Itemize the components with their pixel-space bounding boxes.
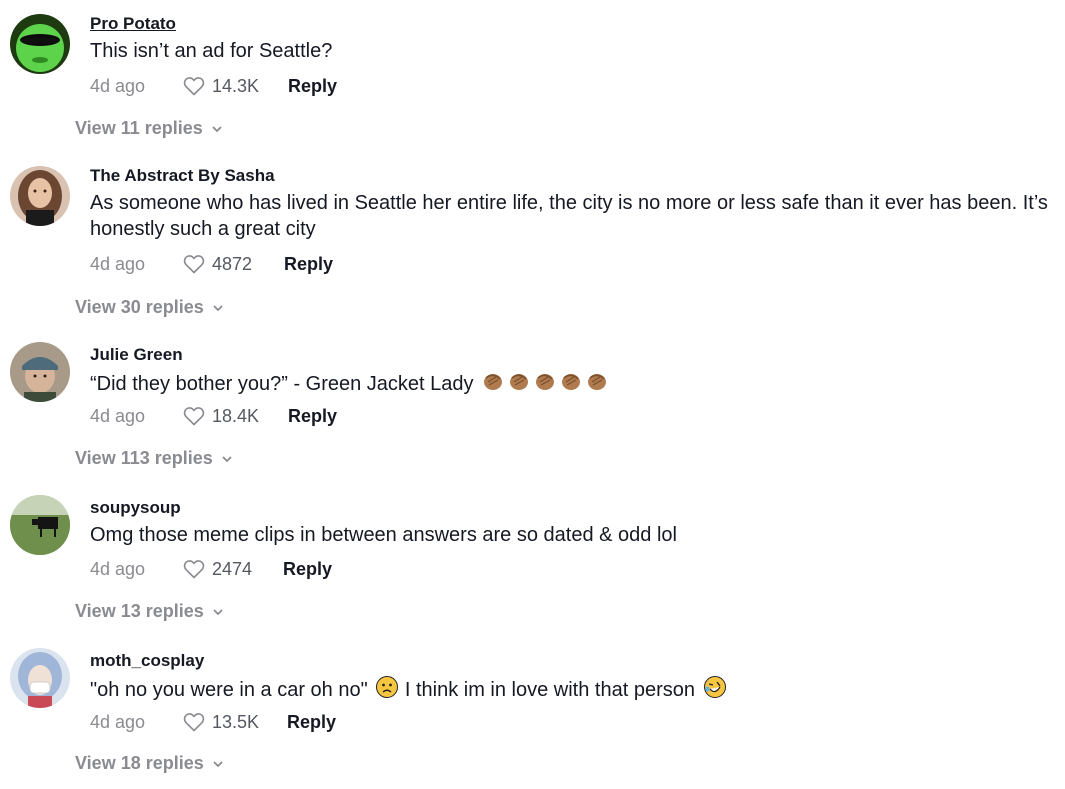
comment-time: 4d ago: [90, 253, 146, 274]
reply-button[interactable]: Reply: [283, 559, 332, 580]
comment-time: 4d ago: [90, 405, 146, 426]
heart-icon: [183, 713, 205, 732]
like-button[interactable]: 13.5K: [182, 710, 259, 734]
view-replies-label: View 13 replies: [75, 601, 204, 621]
cow-field-avatar-image: [10, 495, 70, 555]
comment-text: Omg those meme clips in between answers …: [90, 524, 677, 546]
comment-text-body: “Did they bother you?” - Green Jacket La…: [90, 373, 474, 395]
heart-icon: [183, 407, 205, 426]
view-replies-label: View 113 replies: [75, 448, 213, 468]
view-replies-label: View 30 replies: [75, 297, 204, 317]
like-count: 18.4K: [212, 405, 260, 426]
like-button[interactable]: 2474: [182, 557, 252, 581]
comment-text-part: "oh no you were in a car oh no": [90, 679, 368, 701]
like-count: 2474: [212, 558, 253, 579]
comment-meta: 4d ago 4872 Reply: [90, 252, 333, 276]
heart-icon: [183, 560, 205, 579]
like-count: 13.5K: [212, 711, 260, 732]
comment-meta: 4d ago 14.3K Reply: [90, 74, 337, 98]
comment-text-part: I think im in love with that person: [404, 679, 695, 701]
view-replies-label: View 11 replies: [75, 118, 203, 138]
woman-portrait-avatar-image: [10, 166, 70, 226]
clapping-hands-emoji: [585, 369, 609, 393]
chevron-down-icon: [222, 455, 232, 462]
username[interactable]: Pro Potato: [90, 14, 176, 34]
worried-face-emoji: [375, 675, 399, 699]
comment-text: This isn’t an ad for Seattle?: [90, 40, 333, 62]
reply-button[interactable]: Reply: [287, 712, 336, 733]
avatar[interactable]: [10, 342, 70, 402]
cap-portrait-avatar-image: [10, 342, 70, 402]
chevron-down-icon: [213, 608, 223, 615]
masked-cosplay-avatar-image: [10, 648, 70, 708]
view-replies-button[interactable]: View 18 replies: [75, 753, 224, 774]
view-replies-button[interactable]: View 13 replies: [75, 601, 224, 622]
reply-button[interactable]: Reply: [288, 406, 337, 427]
like-count: 4872: [212, 253, 253, 274]
view-replies-button[interactable]: View 113 replies: [75, 448, 233, 469]
comment-time: 4d ago: [90, 558, 146, 579]
chevron-down-icon: [213, 304, 223, 311]
clapping-hands-emoji: [533, 369, 557, 393]
clapping-hands-emoji: [559, 369, 583, 393]
comment-text: As someone who has lived in Seattle her …: [90, 192, 1048, 240]
heart-icon: [183, 77, 205, 96]
reply-button[interactable]: Reply: [288, 76, 337, 97]
like-button[interactable]: 18.4K: [182, 404, 259, 428]
username[interactable]: soupysoup: [90, 498, 181, 518]
comment-meta: 4d ago 13.5K Reply: [90, 710, 336, 734]
comment-time: 4d ago: [90, 75, 146, 96]
green-face-avatar-image: [10, 14, 70, 74]
comment-meta: 4d ago 2474 Reply: [90, 557, 332, 581]
avatar[interactable]: [10, 495, 70, 555]
comment-time: 4d ago: [90, 711, 146, 732]
view-replies-label: View 18 replies: [75, 753, 204, 773]
comment-text: "oh no you were in a car oh no" I think …: [90, 675, 1055, 703]
avatar[interactable]: [10, 648, 70, 708]
clapping-hands-emoji: [481, 369, 505, 393]
comment-text: “Did they bother you?” - Green Jacket La…: [90, 369, 1055, 397]
username[interactable]: Julie Green: [90, 345, 183, 365]
comment-meta: 4d ago 18.4K Reply: [90, 404, 337, 428]
avatar[interactable]: [10, 166, 70, 226]
chevron-down-icon: [213, 760, 223, 767]
like-count: 14.3K: [212, 75, 260, 96]
chevron-down-icon: [212, 125, 222, 132]
like-button[interactable]: 4872: [182, 252, 252, 276]
clapping-hands-emoji: [507, 369, 531, 393]
view-replies-button[interactable]: View 11 replies: [75, 118, 223, 139]
reply-button[interactable]: Reply: [284, 254, 333, 275]
username[interactable]: moth_cosplay: [90, 651, 204, 671]
view-replies-button[interactable]: View 30 replies: [75, 297, 224, 318]
avatar[interactable]: [10, 14, 70, 74]
like-button[interactable]: 14.3K: [182, 74, 259, 98]
rolling-laughing-emoji: [703, 675, 727, 699]
heart-icon: [183, 255, 205, 274]
username[interactable]: The Abstract By Sasha: [90, 166, 275, 186]
